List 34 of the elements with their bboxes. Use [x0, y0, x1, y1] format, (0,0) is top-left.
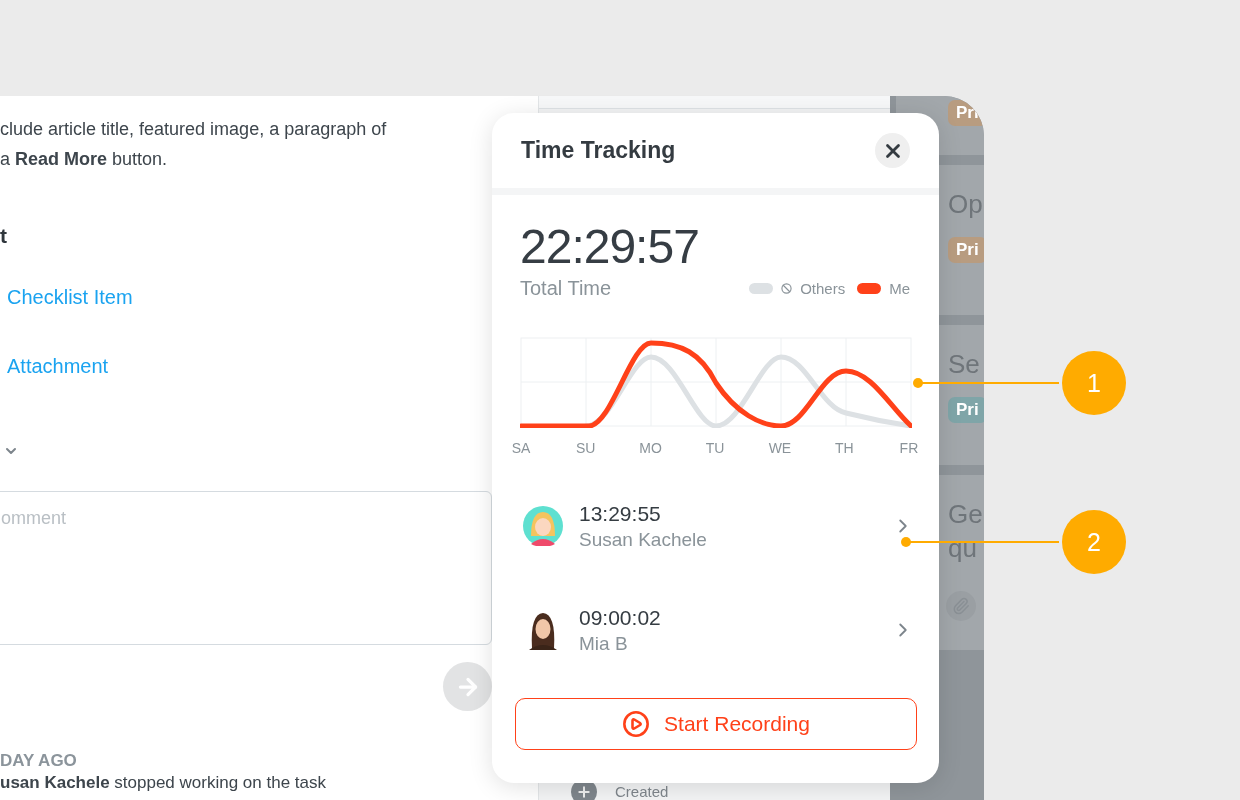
person-name: Mia B: [579, 632, 629, 656]
timeline-entry: Created: [615, 783, 669, 800]
play-icon: [622, 710, 651, 738]
total-time-label: Total Time: [520, 277, 612, 300]
panel-title: Time Tracking: [521, 137, 676, 164]
legend-item[interactable]: Others: [749, 280, 846, 297]
person-time: 09:00:02: [579, 605, 662, 631]
avatar: [523, 506, 563, 546]
priority-tag: Pri: [948, 397, 984, 423]
section-heading: t: [0, 223, 8, 249]
day-label: MO: [639, 440, 662, 456]
person-name: Susan Kachele: [579, 528, 708, 552]
activity-entry: usan Kachele stopped working on the task: [0, 774, 328, 792]
add-link[interactable]: Checklist Item: [7, 282, 133, 312]
hidden-icon: [781, 283, 793, 294]
priority-tag: Pri: [948, 237, 984, 263]
day-label: WE: [768, 440, 791, 456]
day-label: TU: [704, 440, 726, 456]
start-recording-button[interactable]: Start Recording: [515, 698, 917, 750]
comment-field[interactable]: omment: [0, 491, 492, 645]
total-time: 22:29:57: [520, 219, 700, 275]
person-row[interactable]: 13:29:55 Susan Kachele: [492, 474, 939, 578]
activity-date: DAY AGO: [0, 751, 78, 771]
day-label: FR: [898, 440, 920, 456]
person-time: 13:29:55: [579, 501, 662, 527]
callout-marker: 2: [1062, 510, 1126, 574]
description-text: clude article title, featured image, a paragraph of a Read More button.: [0, 118, 387, 171]
person-row[interactable]: 09:00:02 Mia B: [492, 578, 939, 682]
add-link[interactable]: Attachment: [7, 351, 109, 381]
day-label: SA: [510, 440, 532, 456]
day-label: SU: [574, 440, 597, 456]
day-label: TH: [833, 440, 855, 456]
callout-marker: 1: [1062, 351, 1126, 415]
close-button[interactable]: [875, 133, 910, 168]
